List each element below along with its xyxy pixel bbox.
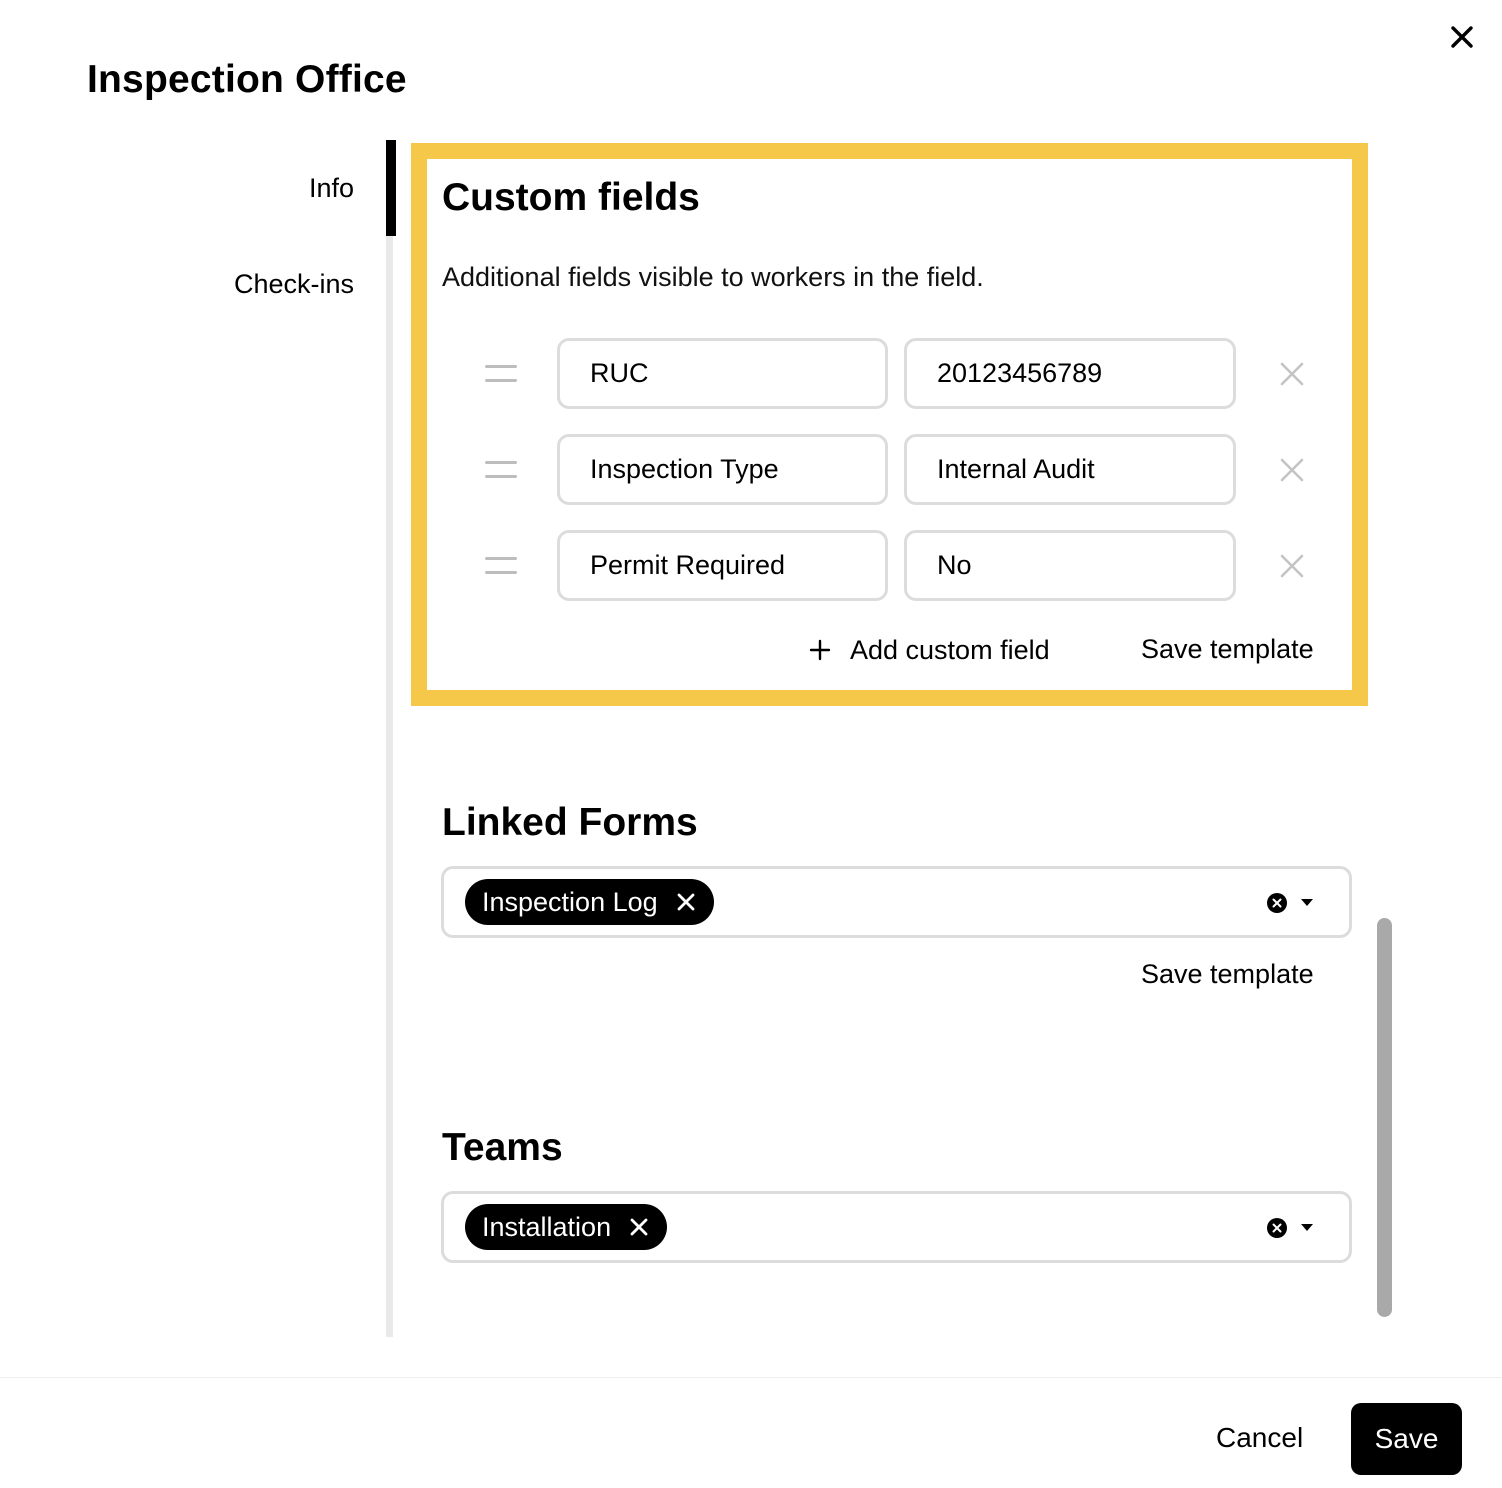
drag-handle-icon[interactable] xyxy=(485,557,517,575)
save-button[interactable]: Save xyxy=(1351,1403,1462,1475)
chip-label: Installation xyxy=(482,1211,612,1242)
page-title: Inspection Office xyxy=(87,58,407,101)
linked-forms-select[interactable]: Inspection Log xyxy=(441,866,1352,938)
close-button[interactable] xyxy=(1443,18,1481,56)
custom-fields-description: Additional fields visible to workers in … xyxy=(442,262,984,292)
linked-forms-save-template-button[interactable]: Save template xyxy=(1141,959,1314,990)
scrollbar-thumb[interactable] xyxy=(1377,918,1392,1317)
add-custom-field-label: Add custom field xyxy=(850,634,1050,665)
chip-remove-icon[interactable] xyxy=(676,892,696,912)
custom-field-value-input[interactable] xyxy=(904,530,1236,601)
close-icon xyxy=(1451,26,1473,48)
custom-fields-highlight xyxy=(411,143,1368,706)
nav-track xyxy=(386,140,393,1337)
chevron-down-icon[interactable] xyxy=(1300,1223,1314,1233)
custom-fields-title: Custom fields xyxy=(442,176,700,219)
custom-field-name-input[interactable] xyxy=(557,338,888,409)
linked-forms-title: Linked Forms xyxy=(442,801,698,844)
remove-row-icon[interactable] xyxy=(1279,553,1305,579)
custom-field-name-input[interactable] xyxy=(557,434,888,505)
cancel-button[interactable]: Cancel xyxy=(1216,1422,1303,1454)
clear-selection-icon[interactable] xyxy=(1267,1218,1287,1238)
nav-active-indicator xyxy=(386,140,396,236)
custom-field-value-input[interactable] xyxy=(904,434,1236,505)
add-custom-field-button[interactable]: Add custom field xyxy=(808,631,1050,669)
remove-row-icon[interactable] xyxy=(1279,457,1305,483)
custom-field-name-input[interactable] xyxy=(557,530,888,601)
nav-item-info[interactable]: Info xyxy=(309,173,354,204)
selected-chip[interactable]: Installation xyxy=(465,1204,668,1250)
remove-row-icon[interactable] xyxy=(1279,361,1305,387)
drag-handle-icon[interactable] xyxy=(485,365,517,383)
selected-chip[interactable]: Inspection Log xyxy=(465,879,714,925)
nav-item-check-ins[interactable]: Check-ins xyxy=(234,269,354,300)
teams-select[interactable]: Installation xyxy=(441,1191,1352,1263)
footer-divider xyxy=(0,1377,1502,1378)
chip-label: Inspection Log xyxy=(482,886,658,917)
custom-fields-save-template-button[interactable]: Save template xyxy=(1141,634,1314,665)
teams-title: Teams xyxy=(442,1126,563,1169)
custom-field-value-input[interactable] xyxy=(904,338,1236,409)
chevron-down-icon[interactable] xyxy=(1300,898,1314,908)
drag-handle-icon[interactable] xyxy=(485,461,517,479)
chip-remove-icon[interactable] xyxy=(629,1217,649,1237)
clear-selection-icon[interactable] xyxy=(1267,893,1287,913)
plus-icon xyxy=(809,639,831,661)
